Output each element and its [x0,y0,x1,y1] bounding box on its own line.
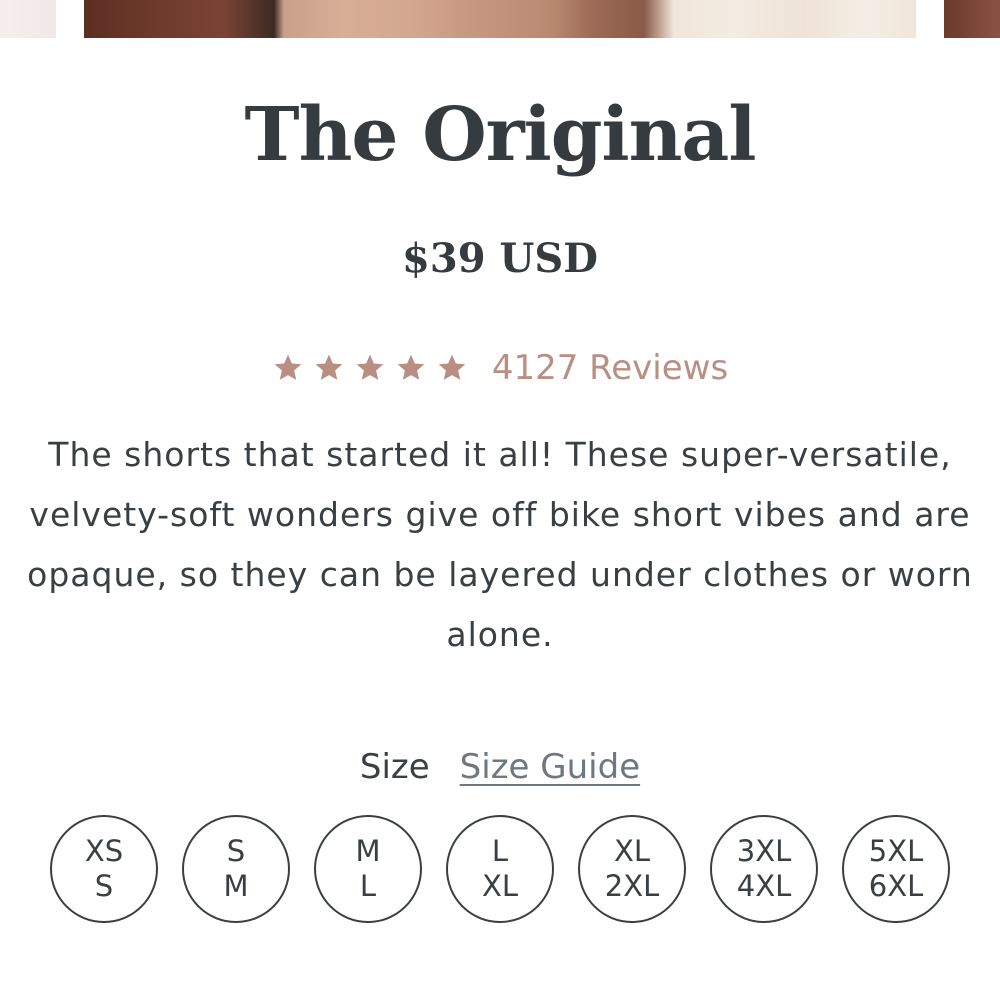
reviews-link[interactable]: 4127 Reviews [492,346,728,390]
size-option-secondary: XL [481,869,519,903]
size-option-5xl-6xl[interactable]: 5XL 6XL [842,815,950,923]
size-option-primary: XL [613,834,651,868]
size-guide-link[interactable]: Size Guide [460,742,640,792]
size-option-primary: M [355,834,381,868]
size-option-primary: 3XL [736,834,792,868]
size-options: XS S S M M L L XL XL 2XL 3XL 4XL 5XL 6XL [50,815,950,923]
size-option-primary: XS [84,834,124,868]
product-image-carousel[interactable] [0,0,1000,38]
size-option-3xl-4xl[interactable]: 3XL 4XL [710,815,818,923]
size-option-primary: S [226,834,246,868]
size-option-secondary: S [94,869,114,903]
star-icon [272,352,304,384]
product-rating: 4127 Reviews [0,346,1000,390]
size-label: Size [359,747,430,787]
product-price: $39 USD [402,235,598,282]
size-option-secondary: L [359,869,377,903]
size-option-primary: 5XL [868,834,924,868]
size-option-secondary: 2XL [604,869,660,903]
size-option-secondary: M [223,869,249,903]
size-option-l-xl[interactable]: L XL [446,815,554,923]
carousel-slide-previous[interactable] [0,0,56,38]
product-description: The shorts that started it all! These su… [27,435,973,654]
carousel-slide-current[interactable] [84,0,916,38]
star-icon [313,352,345,384]
star-icon [395,352,427,384]
size-option-m-l[interactable]: M L [314,815,422,923]
star-icon [354,352,386,384]
size-option-secondary: 4XL [736,869,792,903]
size-option-xl-2xl[interactable]: XL 2XL [578,815,686,923]
size-selector-header: Size Size Guide [0,742,1000,792]
carousel-slide-next[interactable] [944,0,1000,38]
size-option-xs-s[interactable]: XS S [50,815,158,923]
product-title: The Original [244,92,757,178]
size-option-secondary: 6XL [868,869,924,903]
size-option-primary: L [491,834,509,868]
size-option-s-m[interactable]: S M [182,815,290,923]
star-icon [436,352,468,384]
star-rating [272,352,468,384]
